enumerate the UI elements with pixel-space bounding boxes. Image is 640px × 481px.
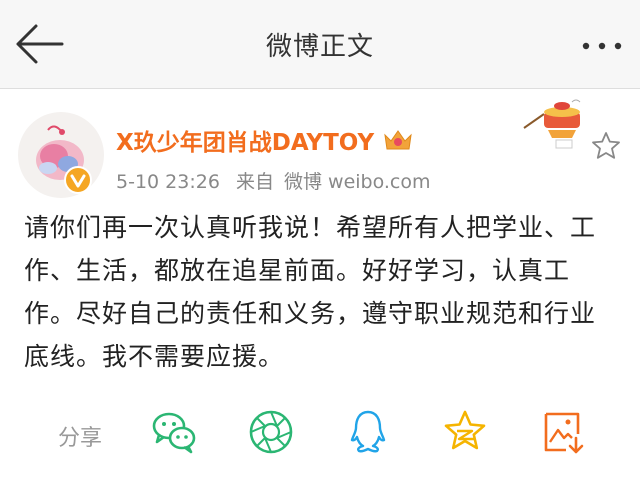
crown-icon (382, 127, 414, 153)
post-content: 请你们再一次认真听我说！希望所有人把学业、工作、生活，都放在追星前面。好好学习，… (24, 213, 597, 371)
save-image-icon[interactable] (538, 408, 586, 456)
source-prefix: 来自 (235, 171, 274, 193)
username-row: X玖少年团肖战DAYTOY (116, 124, 414, 156)
more-dots-icon[interactable] (578, 28, 626, 64)
moments-icon[interactable] (247, 408, 295, 456)
post-meta: 5-10 23:26 来自 微博 weibo.com (116, 167, 441, 194)
nav-bar: 微博正文 (0, 0, 640, 89)
username[interactable]: X玖少年团肖战DAYTOY (116, 123, 374, 157)
page-title: 微博正文 (265, 32, 374, 62)
source: 微博 weibo.com (283, 171, 431, 193)
share-label: 分享 (58, 426, 103, 451)
hotpot-decoration-icon (522, 98, 590, 150)
verified-badge-icon (64, 166, 92, 194)
qq-icon[interactable] (344, 408, 392, 456)
wechat-icon[interactable] (150, 408, 198, 456)
qzone-icon[interactable] (441, 408, 489, 456)
timestamp: 5-10 23:26 (116, 171, 220, 193)
favorite-star-icon[interactable] (590, 130, 622, 162)
